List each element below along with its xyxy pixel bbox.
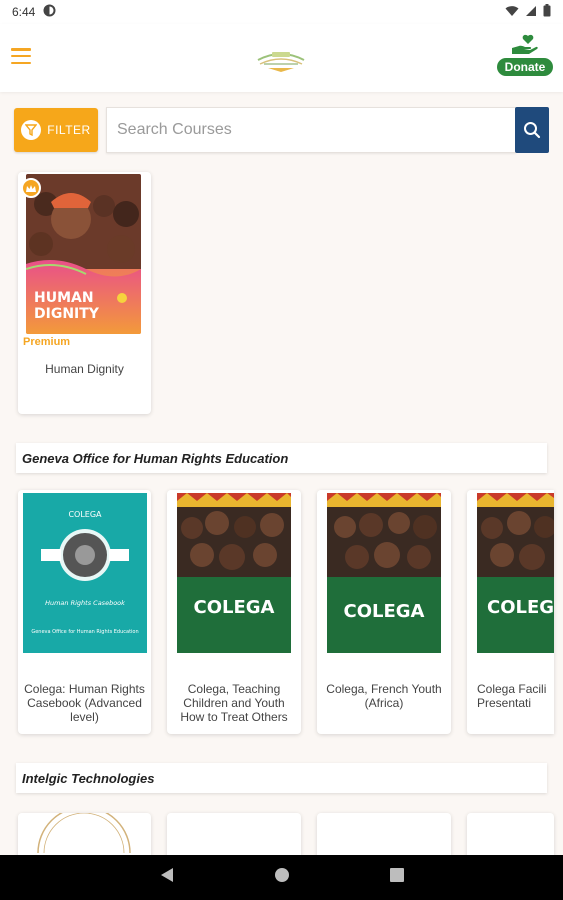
cover-subtitle: Human Rights Casebook — [45, 599, 125, 607]
premium-label: Premium — [23, 336, 71, 348]
status-bar: 6:44 — [0, 0, 563, 24]
cover-footer: Geneva Office for Human Rights Education — [31, 629, 138, 635]
recents-icon[interactable] — [389, 868, 404, 887]
course-card[interactable]: COLEGA Colega, Teaching Children and You… — [167, 490, 301, 734]
cover-brand: COLEG — [487, 597, 554, 618]
search-input[interactable] — [107, 108, 515, 152]
search-button[interactable] — [515, 107, 549, 153]
back-icon[interactable] — [160, 867, 174, 888]
course-title: Human Dignity — [45, 362, 124, 376]
course-cover-image: COLEG — [477, 493, 554, 653]
app-logo — [254, 40, 308, 74]
donate-label: Donate — [496, 58, 554, 76]
status-time: 6:44 — [12, 5, 36, 19]
filter-button[interactable]: FILTER — [14, 108, 98, 152]
app-bar: Donate — [0, 24, 563, 92]
section-header-geneva: Geneva Office for Human Rights Education — [16, 443, 547, 473]
search-field[interactable] — [106, 107, 516, 153]
section-header-intelgic: Intelgic Technologies — [16, 763, 547, 793]
course-cover-image: COLEGA — [177, 493, 291, 653]
menu-icon[interactable] — [11, 48, 31, 64]
signal-icon — [525, 5, 537, 20]
wifi-icon — [505, 5, 519, 20]
course-title: Colega: Human Rights Casebook (Advanced … — [24, 682, 145, 724]
cover-brand: COLEGA — [344, 601, 425, 622]
battery-icon — [543, 4, 551, 20]
donate-button[interactable]: Donate — [496, 34, 554, 82]
course-title: Colega Facili Presentati — [477, 682, 547, 710]
cover-title-line1: HUMAN — [34, 290, 94, 306]
cover-brand: COLEGA — [194, 597, 275, 618]
home-icon[interactable] — [274, 867, 290, 888]
course-card-human-dignity[interactable]: HUMAN DIGNITY Human Dignity — [18, 172, 151, 414]
system-nav-bar — [0, 855, 563, 900]
cover-brand: COLEGA — [68, 510, 102, 519]
search-icon — [524, 122, 541, 139]
donate-hand-heart-icon — [512, 34, 538, 54]
course-card[interactable]: COLEGA Human Rights Casebook Geneva Offi… — [18, 490, 151, 734]
course-title: Colega, French Youth (Africa) — [326, 682, 442, 710]
filter-label: FILTER — [47, 123, 91, 137]
course-cover-image: COLEGA Human Rights Casebook Geneva Offi… — [23, 493, 147, 653]
course-title: Colega, Teaching Children and Youth How … — [180, 682, 288, 724]
cover-title-line2: DIGNITY — [34, 306, 100, 322]
course-cover-image: HUMAN DIGNITY — [26, 174, 141, 334]
premium-crown-icon — [21, 178, 41, 198]
course-card[interactable]: COLEGA Colega, French Youth (Africa) — [317, 490, 451, 734]
course-card[interactable]: COLEG Colega Facili Presentati — [467, 490, 554, 734]
filter-icon — [21, 120, 42, 140]
app-notification-icon — [43, 4, 56, 20]
course-cover-image: COLEGA — [327, 493, 441, 653]
